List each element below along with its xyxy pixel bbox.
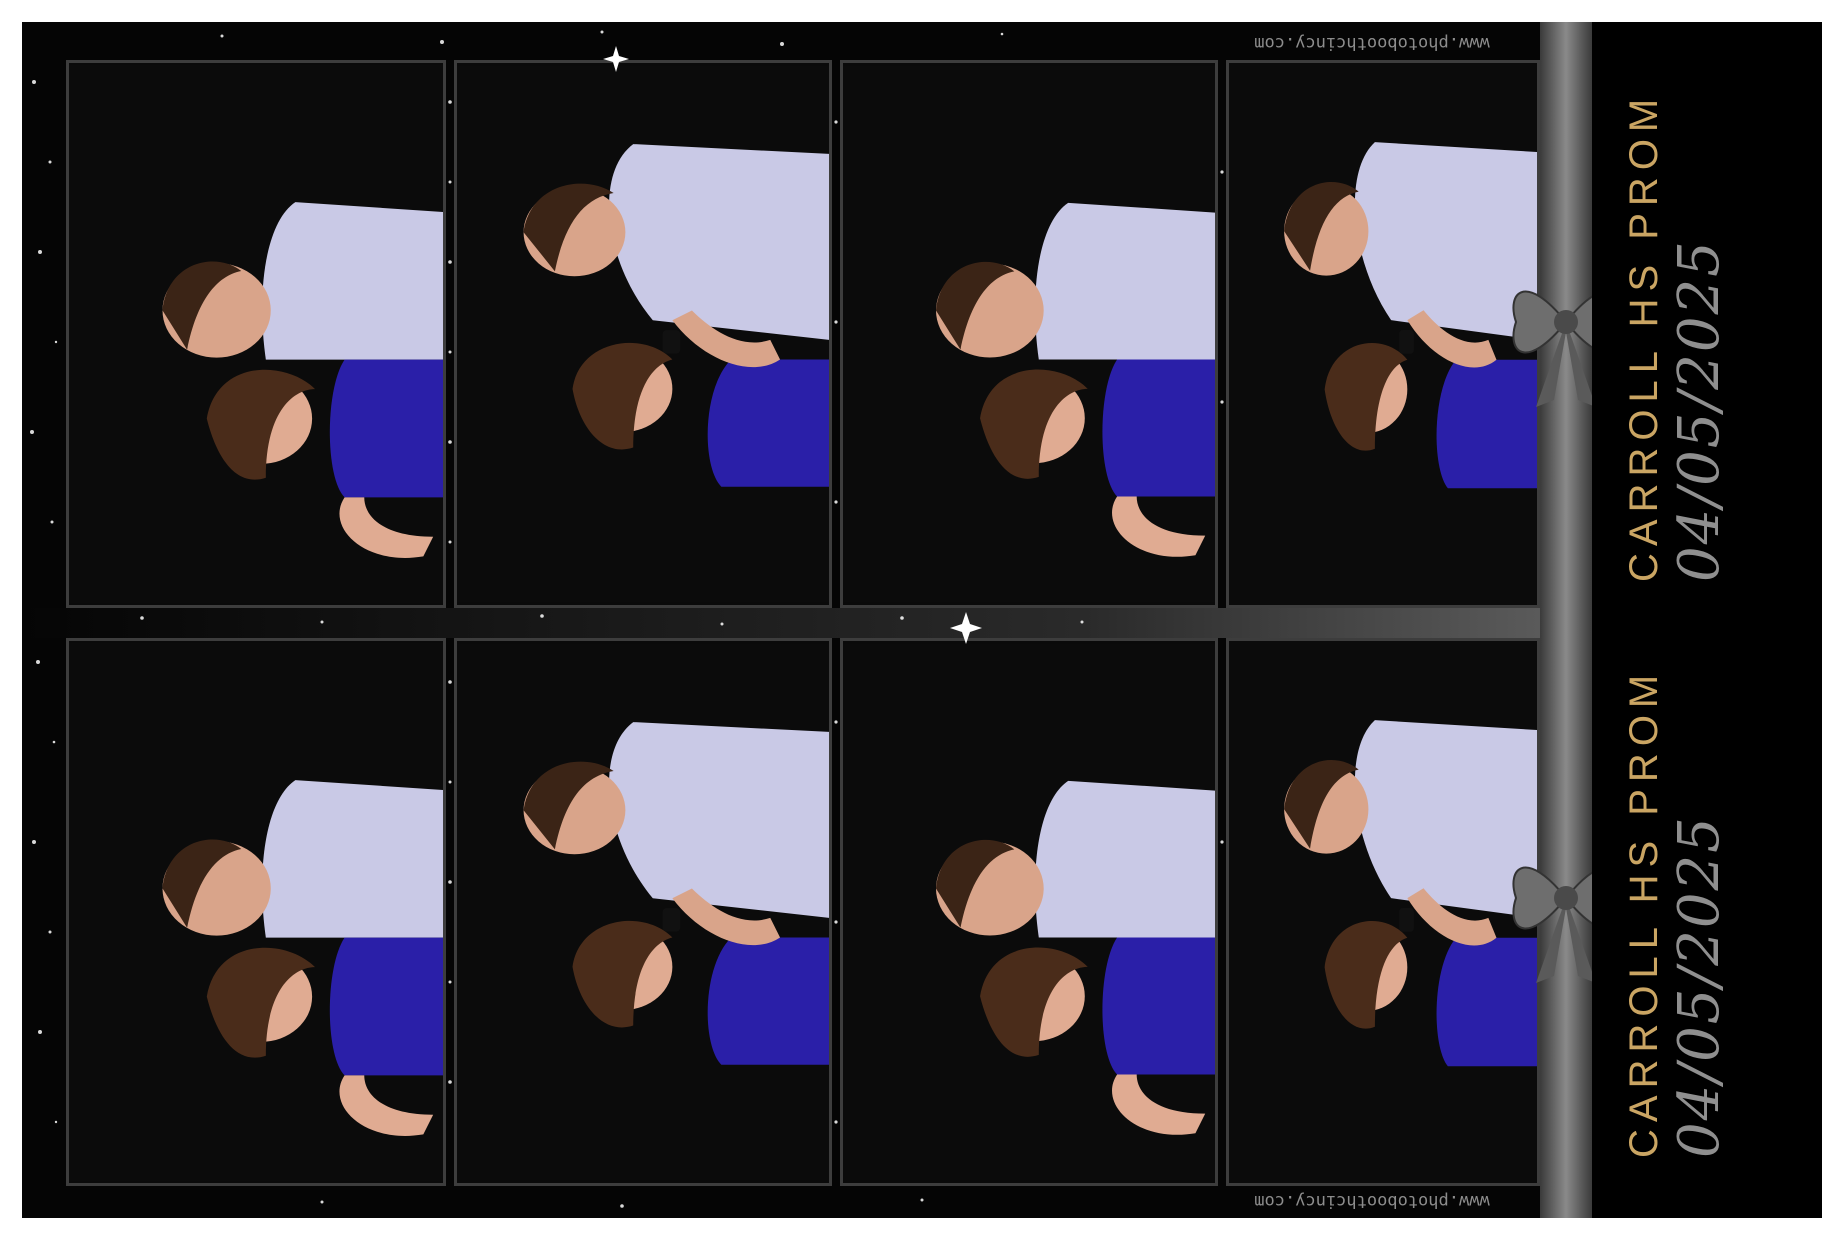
couple-photo — [843, 65, 1215, 603]
website-url: www.photoboothcincy.com — [1254, 33, 1490, 53]
event-date: 04/05/2025 — [1667, 239, 1732, 582]
strip-divider — [22, 608, 1540, 638]
event-label-top: CARROLL HS PROM 04/05/2025 — [1622, 62, 1822, 582]
event-title: CARROLL HS PROM — [1622, 667, 1666, 1158]
event-label-bottom: CARROLL HS PROM 04/05/2025 — [1622, 638, 1822, 1158]
event-title: CARROLL HS PROM — [1622, 91, 1666, 582]
couple-photo — [457, 643, 829, 1181]
photo-6 — [454, 638, 832, 1186]
photo-7 — [840, 638, 1218, 1186]
couple-photo — [457, 65, 829, 603]
photo-2 — [454, 60, 832, 608]
photo-strip-sheet: www.photoboothcincy.com www.photoboothci… — [22, 22, 1822, 1218]
photo-5 — [66, 638, 446, 1186]
couple-photo — [1229, 63, 1537, 605]
ribbon — [1540, 22, 1592, 1218]
couple-photo — [1229, 641, 1537, 1183]
couple-photo — [69, 642, 443, 1182]
photo-3 — [840, 60, 1218, 608]
couple-photo — [69, 64, 443, 604]
photo-8 — [1226, 638, 1540, 1186]
photo-4 — [1226, 60, 1540, 608]
website-url: www.photoboothcincy.com — [1254, 1191, 1490, 1211]
event-date: 04/05/2025 — [1667, 815, 1732, 1158]
photo-1 — [66, 60, 446, 608]
couple-photo — [843, 643, 1215, 1181]
